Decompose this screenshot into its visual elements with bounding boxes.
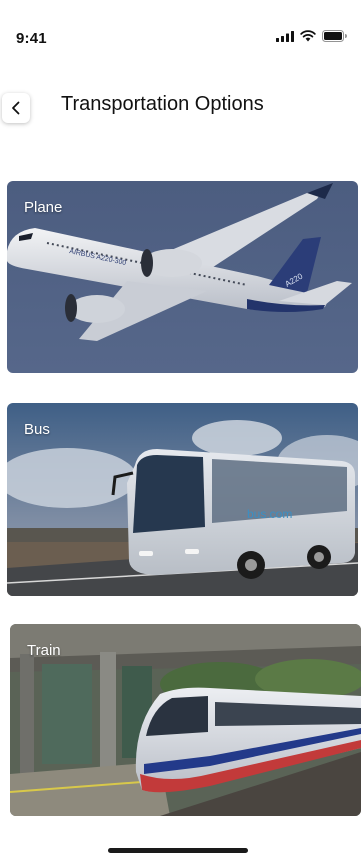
train-card[interactable]: Train (10, 624, 361, 816)
status-time: 9:41 (16, 30, 47, 47)
home-indicator (108, 848, 248, 853)
bus-label: Bus (24, 421, 50, 438)
bus-card[interactable]: bus.com Bus (7, 403, 358, 596)
battery-icon (322, 30, 347, 42)
status-bar: 9:41 (0, 0, 361, 52)
chevron-left-icon (12, 101, 20, 115)
page-title: Transportation Options (61, 93, 264, 115)
wifi-icon (300, 30, 316, 42)
train-label: Train (27, 642, 61, 659)
bus-image: bus.com (7, 403, 358, 596)
back-button[interactable] (2, 93, 30, 123)
plane-card[interactable]: AIRBUS A220-300 A220 Plane (7, 181, 358, 373)
bus-side-text: bus.com (247, 507, 292, 521)
status-icons (276, 30, 347, 42)
signal-icon (276, 30, 294, 42)
train-image (10, 624, 361, 816)
header: Transportation Options (0, 80, 361, 136)
plane-label: Plane (24, 199, 63, 216)
